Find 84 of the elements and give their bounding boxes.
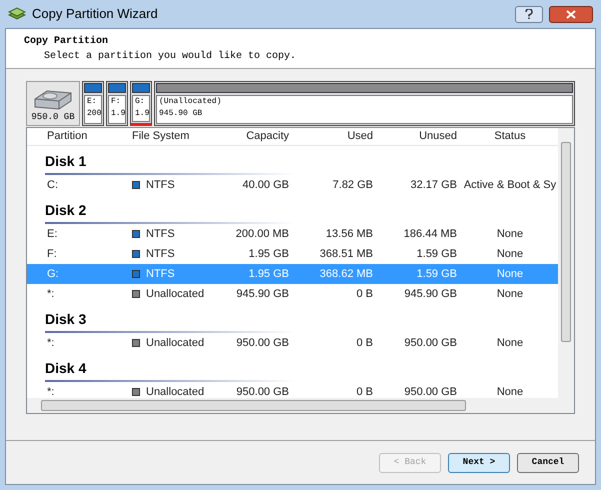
table-row[interactable]: F: NTFS 1.95 GB 368.51 MB 1.59 GB None: [27, 244, 558, 264]
horizontal-scrollbar[interactable]: [27, 398, 574, 413]
table-cell-text: G:: [47, 266, 59, 282]
table-cell-text: Unallocated: [146, 384, 204, 398]
table-cell-text: 186.44 MB: [404, 226, 457, 242]
table-cell-text: *:: [47, 286, 54, 302]
table-cell-text: None: [496, 266, 524, 282]
table-cell-text: None: [496, 384, 524, 398]
table-cell-text: None: [496, 246, 524, 262]
table-cell-text: 950.00 GB: [236, 384, 289, 398]
hard-drive-icon: [33, 88, 73, 110]
partition-size: 1.9: [135, 108, 147, 119]
table-cell-text: NTFS: [146, 226, 175, 242]
table-cell-text: NTFS: [146, 178, 175, 193]
table-cell-text: 945.90 GB: [236, 286, 289, 302]
column-header[interactable]: Partition: [27, 128, 126, 145]
header-subtitle: Select a partition you would like to copy.: [43, 50, 298, 64]
table-cell-text: None: [496, 286, 524, 302]
table-row[interactable]: *: Unallocated 945.90 GB 0 B 945.90 GB None: [27, 284, 558, 304]
table-cell-text: 13.56 MB: [326, 226, 373, 242]
disk-heading: Disk 2: [45, 201, 88, 219]
table-cell-text: 950.00 GB: [404, 336, 457, 351]
table-cell-text: 950.00 GB: [404, 384, 457, 398]
column-header[interactable]: Unused: [377, 128, 461, 145]
wizard-button[interactable]: Next >: [448, 452, 510, 472]
close-icon: [566, 10, 576, 18]
table-cell-text: E:: [47, 226, 58, 242]
table-cell-text: 1.95 GB: [248, 246, 289, 262]
table-cell-text: Unallocated: [146, 336, 204, 351]
partition-block[interactable]: F: 1.9: [106, 81, 128, 126]
table-cell-text: Unallocated: [146, 286, 204, 302]
partition-block[interactable]: (Unallocated) 945.90 GB: [154, 81, 575, 126]
table-cell-text: NTFS: [146, 246, 175, 262]
partition-block[interactable]: E: 200: [82, 81, 104, 126]
table-row[interactable]: *: Unallocated 950.00 GB 0 B 950.00 GB None: [27, 382, 558, 398]
disk-heading: Disk 1: [45, 152, 88, 170]
table-row[interactable]: E: NTFS 200.00 MB 13.56 MB 186.44 MB None: [27, 224, 558, 244]
table-cell-text: 368.62 MB: [320, 266, 373, 282]
partition-size: 945.90 GB: [159, 108, 204, 119]
partition-label: G:: [135, 96, 146, 108]
table-cell-text: Active & Boot & Sy: [464, 178, 556, 193]
disk-heading: Disk 3: [45, 310, 88, 328]
partition-size: 200: [87, 108, 99, 119]
table-cell-text: *:: [47, 336, 54, 351]
column-header[interactable]: File System: [126, 128, 226, 145]
column-header[interactable]: Status: [461, 128, 558, 145]
table-cell-text: 1.95 GB: [248, 266, 289, 282]
close-button[interactable]: [549, 6, 593, 22]
table-cell-text: 0 B: [356, 384, 373, 398]
table-cell-text: 950.00 GB: [236, 336, 289, 351]
app-icon: [8, 7, 26, 21]
table-cell-text: C:: [47, 178, 58, 193]
table-cell-text: None: [496, 226, 524, 242]
table-cell-text: 368.51 MB: [320, 246, 373, 262]
disk-heading: Disk 4: [45, 359, 88, 377]
partition-block[interactable]: G: 1.9: [130, 81, 152, 126]
window-title: Copy Partition Wizard: [32, 5, 159, 24]
help-icon: [525, 9, 533, 19]
column-header[interactable]: Capacity: [226, 128, 293, 145]
partition-size: 1.9: [111, 108, 123, 119]
table-cell-text: 945.90 GB: [404, 286, 457, 302]
vertical-scrollbar[interactable]: [558, 128, 574, 398]
table-cell-text: None: [496, 336, 524, 351]
table-row[interactable]: C: NTFS 40.00 GB 7.82 GB 32.17 GB Active & Boot & Sy: [27, 175, 558, 195]
table-cell-text: 1.59 GB: [416, 246, 457, 262]
column-header[interactable]: Used: [293, 128, 377, 145]
table-row[interactable]: *: Unallocated 950.00 GB 0 B 950.00 GB None: [27, 333, 558, 353]
partition-label: (Unallocated): [159, 96, 222, 108]
table-cell-text: *:: [47, 384, 54, 398]
table-cell-text: 0 B: [356, 286, 373, 302]
table-cell-text: 1.59 GB: [416, 266, 457, 282]
header-title: Copy Partition: [24, 34, 110, 49]
table-cell-text: 7.82 GB: [332, 178, 373, 193]
table-cell-text: NTFS: [146, 266, 175, 282]
disk-size: 950.0 GB: [31, 110, 75, 124]
partition-label: E:: [87, 96, 98, 108]
wizard-button[interactable]: Cancel: [517, 452, 579, 472]
table-cell-text: 200.00 MB: [236, 226, 289, 242]
table-cell-text: 0 B: [356, 336, 373, 351]
partition-label: F:: [111, 96, 122, 108]
table-cell-text: 40.00 GB: [242, 178, 289, 193]
help-button[interactable]: [515, 6, 543, 22]
table-cell-text: F:: [47, 246, 57, 262]
table-cell-text: 32.17 GB: [410, 178, 457, 193]
